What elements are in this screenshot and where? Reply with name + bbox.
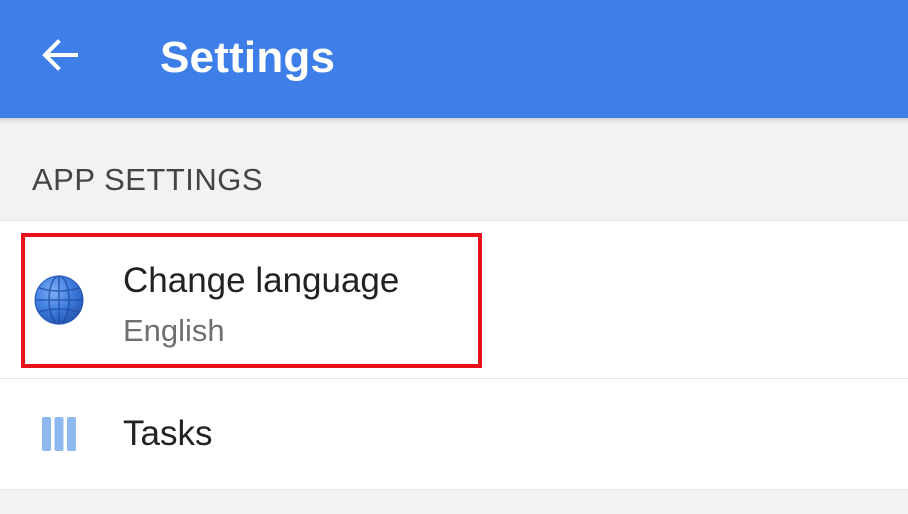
arrow-left-icon bbox=[42, 39, 78, 71]
columns-icon bbox=[32, 407, 86, 461]
settings-list: Change language English Tasks bbox=[0, 220, 908, 490]
setting-item-title: Tasks bbox=[123, 414, 213, 453]
setting-item-value: English bbox=[123, 313, 225, 348]
setting-item-title: Change language bbox=[123, 261, 400, 300]
page-title: Settings bbox=[160, 33, 336, 82]
app-bar: Settings bbox=[0, 0, 908, 118]
setting-item-tasks[interactable]: Tasks bbox=[0, 379, 908, 489]
back-button[interactable] bbox=[30, 25, 90, 85]
setting-item-change-language[interactable]: Change language English bbox=[0, 221, 908, 379]
app-bar-shadow bbox=[0, 118, 908, 124]
globe-icon bbox=[32, 273, 86, 327]
section-header-app-settings: APP SETTINGS bbox=[32, 162, 264, 197]
